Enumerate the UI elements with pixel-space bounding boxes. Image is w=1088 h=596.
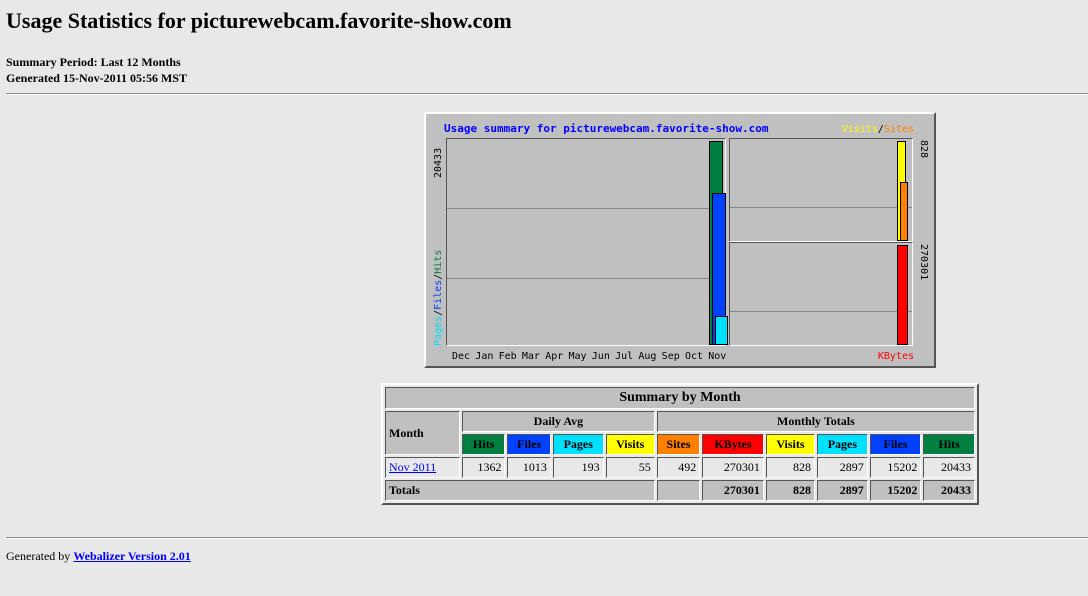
month-tick-aug: Aug bbox=[638, 351, 657, 362]
col-visits: Visits bbox=[765, 434, 816, 455]
month-tick-may: May bbox=[568, 351, 587, 362]
totals-empty bbox=[656, 480, 701, 501]
col-avg-pages: Pages bbox=[552, 434, 604, 455]
top-divider bbox=[6, 93, 1088, 95]
legend-visits-sites: Visits/Sites bbox=[842, 124, 914, 135]
month-tick-oct: Oct bbox=[684, 351, 704, 362]
legend-sites: Sites bbox=[883, 124, 914, 135]
col-files: Files bbox=[869, 434, 922, 455]
table-caption: Summary by Month bbox=[385, 387, 975, 409]
sites-cell: 492 bbox=[656, 457, 701, 478]
visits-cell: 828 bbox=[765, 457, 816, 478]
axis-hits: Hits bbox=[433, 249, 444, 274]
daily-avg-header: Daily Avg bbox=[462, 411, 655, 432]
grid-line bbox=[447, 208, 725, 209]
page-title: Usage Statistics for picturewebcam.favor… bbox=[6, 8, 512, 33]
kbytes-bar-nov bbox=[897, 245, 909, 345]
axis-sep: / bbox=[433, 309, 444, 316]
totals-visits: 828 bbox=[765, 480, 816, 501]
month-link-nov-2011[interactable]: Nov 2011 bbox=[389, 460, 436, 474]
col-kbytes: KBytes bbox=[702, 434, 764, 455]
sites-bar-nov bbox=[900, 182, 909, 241]
files-cell: 15202 bbox=[869, 457, 922, 478]
hits-cell: 20433 bbox=[923, 457, 975, 478]
chart-title: Usage summary for picturewebcam.favorite… bbox=[444, 122, 769, 135]
axis-sep: / bbox=[433, 273, 444, 280]
avg-visits-cell: 55 bbox=[605, 457, 655, 478]
month-tick-dec: Dec bbox=[452, 351, 471, 362]
generated-date: Generated 15-Nov-2011 05:56 MST bbox=[6, 71, 187, 85]
avg-hits-cell: 1362 bbox=[462, 457, 506, 478]
month-header: Month bbox=[385, 411, 460, 455]
month-tick-mar: Mar bbox=[521, 351, 540, 362]
col-pages: Pages bbox=[817, 434, 868, 455]
webalizer-link[interactable]: Webalizer Version 2.01 bbox=[73, 549, 190, 563]
month-tick-feb: Feb bbox=[498, 351, 517, 362]
bottom-divider bbox=[6, 537, 1088, 539]
month-tick-jan: Jan bbox=[475, 351, 494, 362]
col-avg-files: Files bbox=[507, 434, 551, 455]
month-cell: Nov 2011 bbox=[385, 457, 460, 478]
visits-sites-plot bbox=[729, 138, 913, 242]
col-avg-hits: Hits bbox=[462, 434, 506, 455]
max-kbytes-label: 270301 bbox=[918, 244, 929, 281]
avg-pages-cell: 193 bbox=[552, 457, 604, 478]
totals-label: Totals bbox=[385, 480, 655, 501]
grid-line bbox=[730, 207, 912, 208]
axis-pages: Pages bbox=[433, 315, 444, 346]
month-tick-nov: Nov bbox=[708, 351, 727, 362]
month-tick-apr: Apr bbox=[545, 351, 564, 362]
kbytes-cell: 270301 bbox=[702, 457, 764, 478]
totals-row: Totals 270301 828 2897 15202 20433 bbox=[385, 480, 975, 501]
footer-prefix: Generated by bbox=[6, 549, 71, 563]
pages-bar-nov bbox=[715, 316, 729, 345]
totals-files: 15202 bbox=[869, 480, 922, 501]
col-sites: Sites bbox=[656, 434, 701, 455]
col-avg-visits: Visits bbox=[605, 434, 655, 455]
usage-summary-chart: Usage summary for picturewebcam.favorite… bbox=[424, 112, 936, 368]
pages-cell: 2897 bbox=[817, 457, 868, 478]
hits-files-pages-plot bbox=[446, 138, 729, 346]
summary-period: Summary Period: Last 12 Months bbox=[6, 55, 181, 69]
summary-by-month-table: Summary by Month Month Daily Avg Monthly… bbox=[381, 383, 979, 505]
kbytes-plot bbox=[729, 242, 913, 346]
grid-line bbox=[730, 311, 912, 312]
legend-kbytes: KBytes bbox=[877, 351, 914, 362]
month-tick-jul: Jul bbox=[615, 351, 634, 362]
legend-visits: Visits bbox=[841, 124, 878, 135]
max-hits-label: 20433 bbox=[433, 147, 444, 178]
axis-files: Files bbox=[433, 279, 444, 310]
col-hits: Hits bbox=[923, 434, 975, 455]
table-row: Nov 2011 1362 1013 193 55 492 270301 828… bbox=[385, 457, 975, 478]
totals-kbytes: 270301 bbox=[702, 480, 764, 501]
max-visits-label: 828 bbox=[918, 140, 929, 159]
axis-label-pages-files-hits: Pages/Files/Hits bbox=[433, 234, 444, 346]
totals-pages: 2897 bbox=[817, 480, 868, 501]
monthly-totals-header: Monthly Totals bbox=[656, 411, 975, 432]
totals-hits: 20433 bbox=[923, 480, 975, 501]
month-tick-sep: Sep bbox=[661, 351, 680, 362]
month-tick-jun: Jun bbox=[591, 351, 610, 362]
avg-files-cell: 1013 bbox=[507, 457, 551, 478]
month-axis: Dec Jan Feb Mar Apr May Jun Jul Aug Sep Oct Nov bbox=[452, 351, 732, 362]
grid-line bbox=[447, 278, 725, 279]
footer: Generated by Webalizer Version 2.01 bbox=[6, 549, 191, 564]
